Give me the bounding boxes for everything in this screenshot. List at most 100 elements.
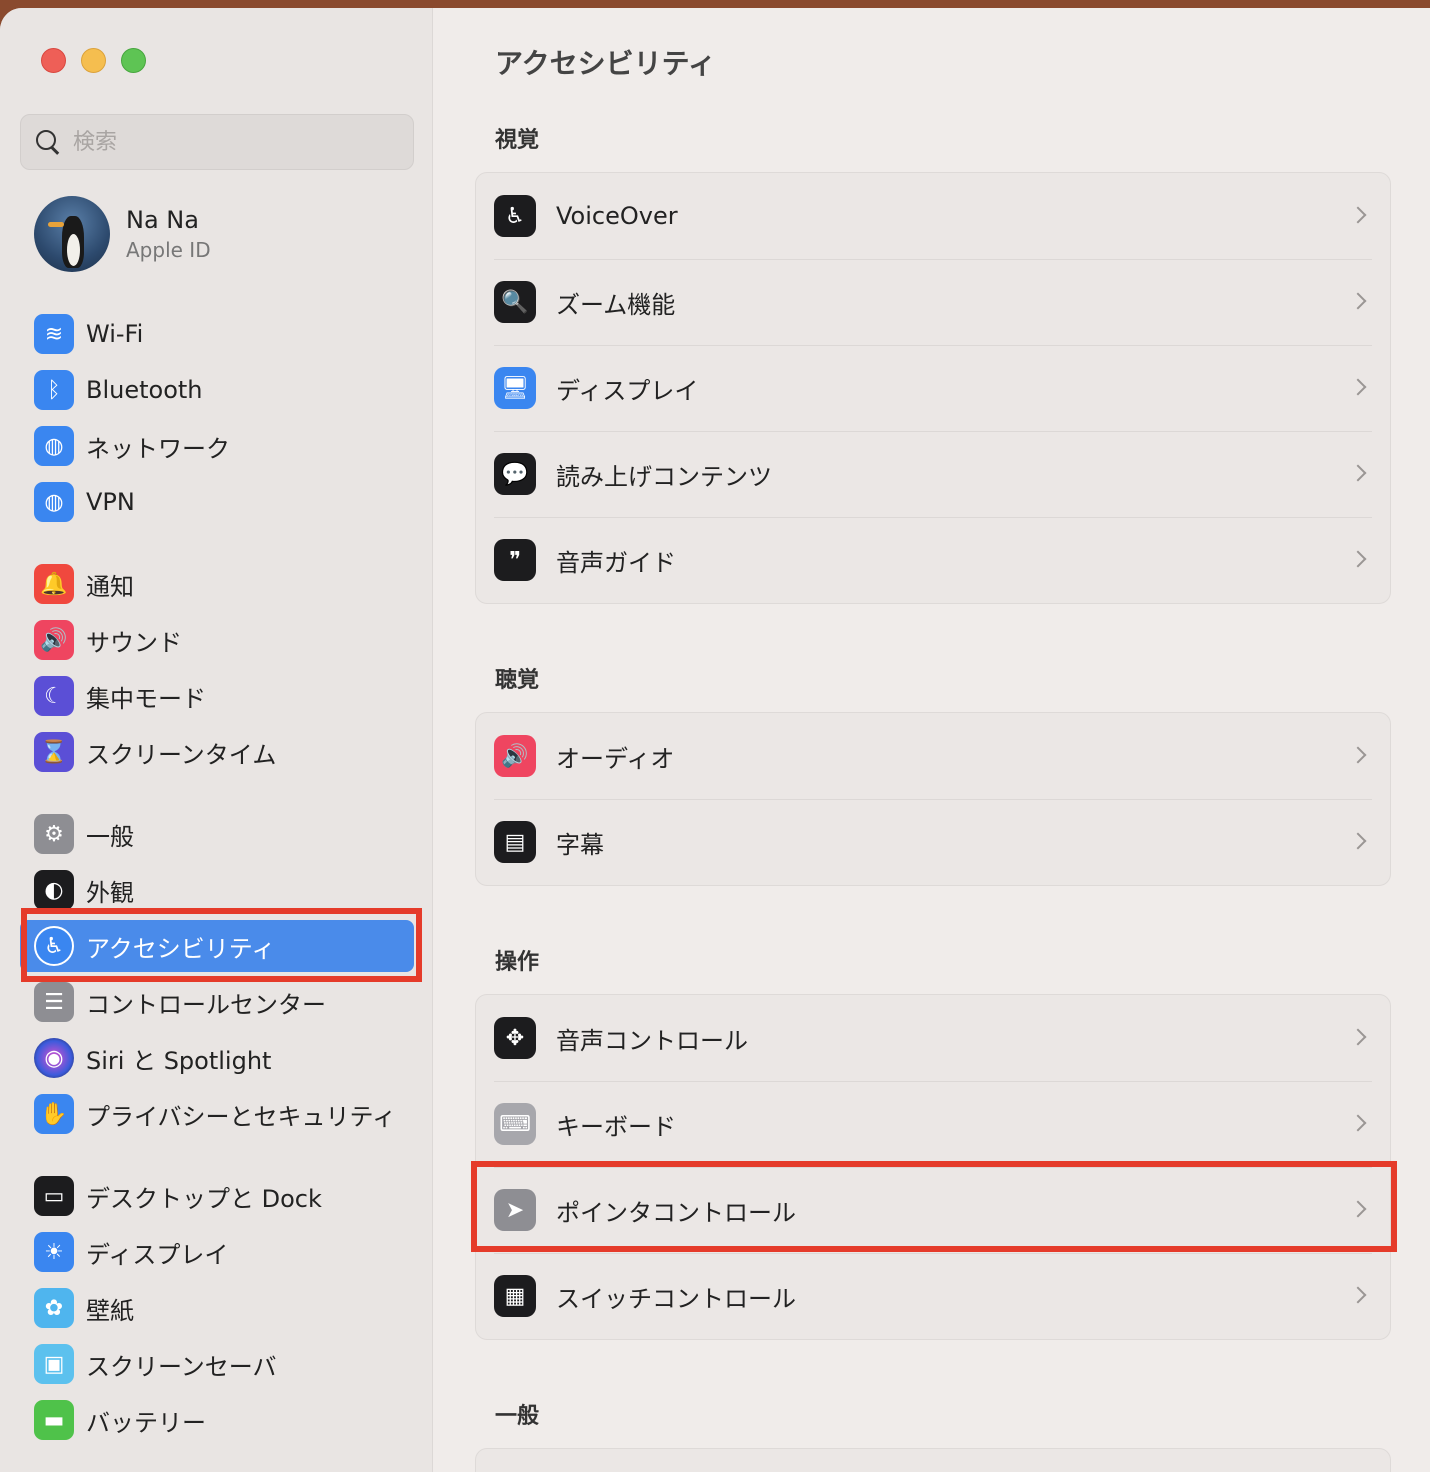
sidebar-item-accessibility[interactable]: ♿ アクセシビリティ [20,920,414,972]
speaker-icon: 🔊 [34,620,74,660]
globe-icon: ◍ [34,426,74,466]
chevron-right-icon [1350,287,1368,315]
avatar [34,196,110,272]
sidebar-item-wifi[interactable]: ≋ Wi-Fi [20,308,414,360]
row-label: キーボード [556,1112,676,1141]
content-pane: アクセシビリティ 視覚 ♿ VoiceOver 🔍 ズーム機能 🖥 ディスプレイ… [434,8,1430,1472]
vision-group: ♿ VoiceOver 🔍 ズーム機能 🖥 ディスプレイ 💬 読み上げコンテンツ [475,172,1391,604]
voiceover-icon: ♿ [494,195,536,237]
profile-subtitle: Apple ID [126,238,211,262]
chevron-right-icon [1350,1195,1368,1223]
sidebar-item-appearance[interactable]: ◐ 外観 [20,864,414,916]
sidebar-item-label: ネットワーク [86,434,230,463]
zoom-icon: 🔍 [494,281,536,323]
chevron-right-icon [1350,827,1368,855]
switch-control-icon: ▦ [494,1275,536,1317]
section-title-vision: 視覚 [495,128,540,153]
voice-control-icon: ✥ [494,1017,536,1059]
row-spoken-content[interactable]: 💬 読み上げコンテンツ [476,431,1390,517]
sidebar-item-sound[interactable]: 🔊 サウンド [20,614,414,666]
row-switch-control[interactable]: ▦ スイッチコントロール [476,1253,1390,1339]
apple-id-profile[interactable]: Na Na Apple ID [34,196,211,272]
sidebar-item-network[interactable]: ◍ ネットワーク [20,420,414,472]
sidebar-item-desktop-dock[interactable]: ▭ デスクトップと Dock [20,1170,414,1222]
zoom-button[interactable] [121,48,146,73]
row-audio[interactable]: 🔊 オーディオ [476,713,1390,799]
sidebar: Na Na Apple ID ≋ Wi-Fi ᛒ Bluetooth ◍ ネット… [0,8,433,1472]
sidebar-item-battery[interactable]: ▬ バッテリー [20,1394,414,1446]
close-button[interactable] [41,48,66,73]
row-keyboard[interactable]: ⌨ キーボード [476,1081,1390,1167]
sidebar-item-general[interactable]: ⚙ 一般 [20,808,414,860]
sidebar-item-label: アクセシビリティ [86,934,276,963]
sidebar-item-privacy[interactable]: ✋ プライバシーとセキュリティ [20,1088,414,1140]
window-controls [41,48,146,73]
row-zoom[interactable]: 🔍 ズーム機能 [476,259,1390,345]
display-icon: 🖥 [494,367,536,409]
sidebar-item-label: Siri と Spotlight [86,1046,272,1075]
minimize-button[interactable] [81,48,106,73]
screensaver-icon: ▣ [34,1344,74,1384]
gear-icon: ⚙ [34,814,74,854]
section-title-general: 一般 [495,1404,540,1429]
chevron-right-icon [1350,545,1368,573]
page-title: アクセシビリティ [495,47,716,80]
hearing-group: 🔊 オーディオ ▤ 字幕 [475,712,1391,886]
sidebar-item-notifications[interactable]: 🔔 通知 [20,558,414,610]
chevron-right-icon [1350,1023,1368,1051]
toggles-icon: ☰ [34,982,74,1022]
settings-window: Na Na Apple ID ≋ Wi-Fi ᛒ Bluetooth ◍ ネット… [0,8,1430,1472]
sidebar-item-screensaver[interactable]: ▣ スクリーンセーバ [20,1338,414,1390]
sidebar-item-siri-spotlight[interactable]: ◉ Siri と Spotlight [20,1032,414,1084]
row-voiceover[interactable]: ♿ VoiceOver [476,173,1390,259]
row-voice-control[interactable]: ✥ 音声コントロール [476,995,1390,1081]
chevron-right-icon [1350,741,1368,769]
chevron-right-icon [1350,1109,1368,1137]
sidebar-item-label: ディスプレイ [86,1240,229,1269]
row-label: ポインタコントロール [556,1198,796,1227]
moon-icon: ☾ [34,676,74,716]
sidebar-item-label: コントロールセンター [86,990,326,1019]
sidebar-item-label: VPN [86,488,135,516]
row-label: オーディオ [556,744,675,773]
profile-name: Na Na [126,206,199,234]
accessibility-icon: ♿ [34,926,74,966]
sidebar-item-screen-time[interactable]: ⌛ スクリーンタイム [20,726,414,778]
sidebar-item-bluetooth[interactable]: ᛒ Bluetooth [20,364,414,416]
wifi-icon: ≋ [34,314,74,354]
hourglass-icon: ⌛ [34,732,74,772]
row-label: 音声ガイド [556,548,676,577]
row-label: ズーム機能 [556,290,676,319]
spoken-content-icon: 💬 [494,453,536,495]
row-pointer-control[interactable]: ➤ ポインタコントロール [476,1167,1390,1253]
bluetooth-icon: ᛒ [34,370,74,410]
brightness-icon: ☀ [34,1232,74,1272]
hand-icon: ✋ [34,1094,74,1134]
search-field[interactable] [20,114,414,170]
chevron-right-icon [1350,201,1368,229]
row-audio-descriptions[interactable]: ❞ 音声ガイド [476,517,1390,603]
pointer-icon: ➤ [494,1189,536,1231]
sidebar-item-displays[interactable]: ☀ ディスプレイ [20,1226,414,1278]
search-icon [35,129,61,155]
sidebar-item-label: 集中モード [86,684,206,713]
sidebar-item-focus[interactable]: ☾ 集中モード [20,670,414,722]
row-label: 字幕 [556,830,604,859]
row-display[interactable]: 🖥 ディスプレイ [476,345,1390,431]
row-captions[interactable]: ▤ 字幕 [476,799,1390,885]
sidebar-item-label: デスクトップと Dock [86,1184,322,1213]
vpn-globe-icon: ◍ [34,482,74,522]
audio-icon: 🔊 [494,735,536,777]
general-group [475,1448,1391,1472]
motor-group: ✥ 音声コントロール ⌨ キーボード ➤ ポインタコントロール ▦ スイッチコン… [475,994,1391,1340]
chevron-right-icon [1350,459,1368,487]
sidebar-item-wallpaper[interactable]: ✿ 壁紙 [20,1282,414,1334]
sidebar-item-control-center[interactable]: ☰ コントロールセンター [20,976,414,1028]
sidebar-item-vpn[interactable]: ◍ VPN [20,476,414,528]
sidebar-item-label: Bluetooth [86,376,203,404]
row-label: 音声コントロール [556,1026,748,1055]
keyboard-icon: ⌨ [494,1103,536,1145]
row-label: VoiceOver [556,202,678,230]
row-label: ディスプレイ [556,376,699,405]
search-input[interactable] [73,129,373,155]
